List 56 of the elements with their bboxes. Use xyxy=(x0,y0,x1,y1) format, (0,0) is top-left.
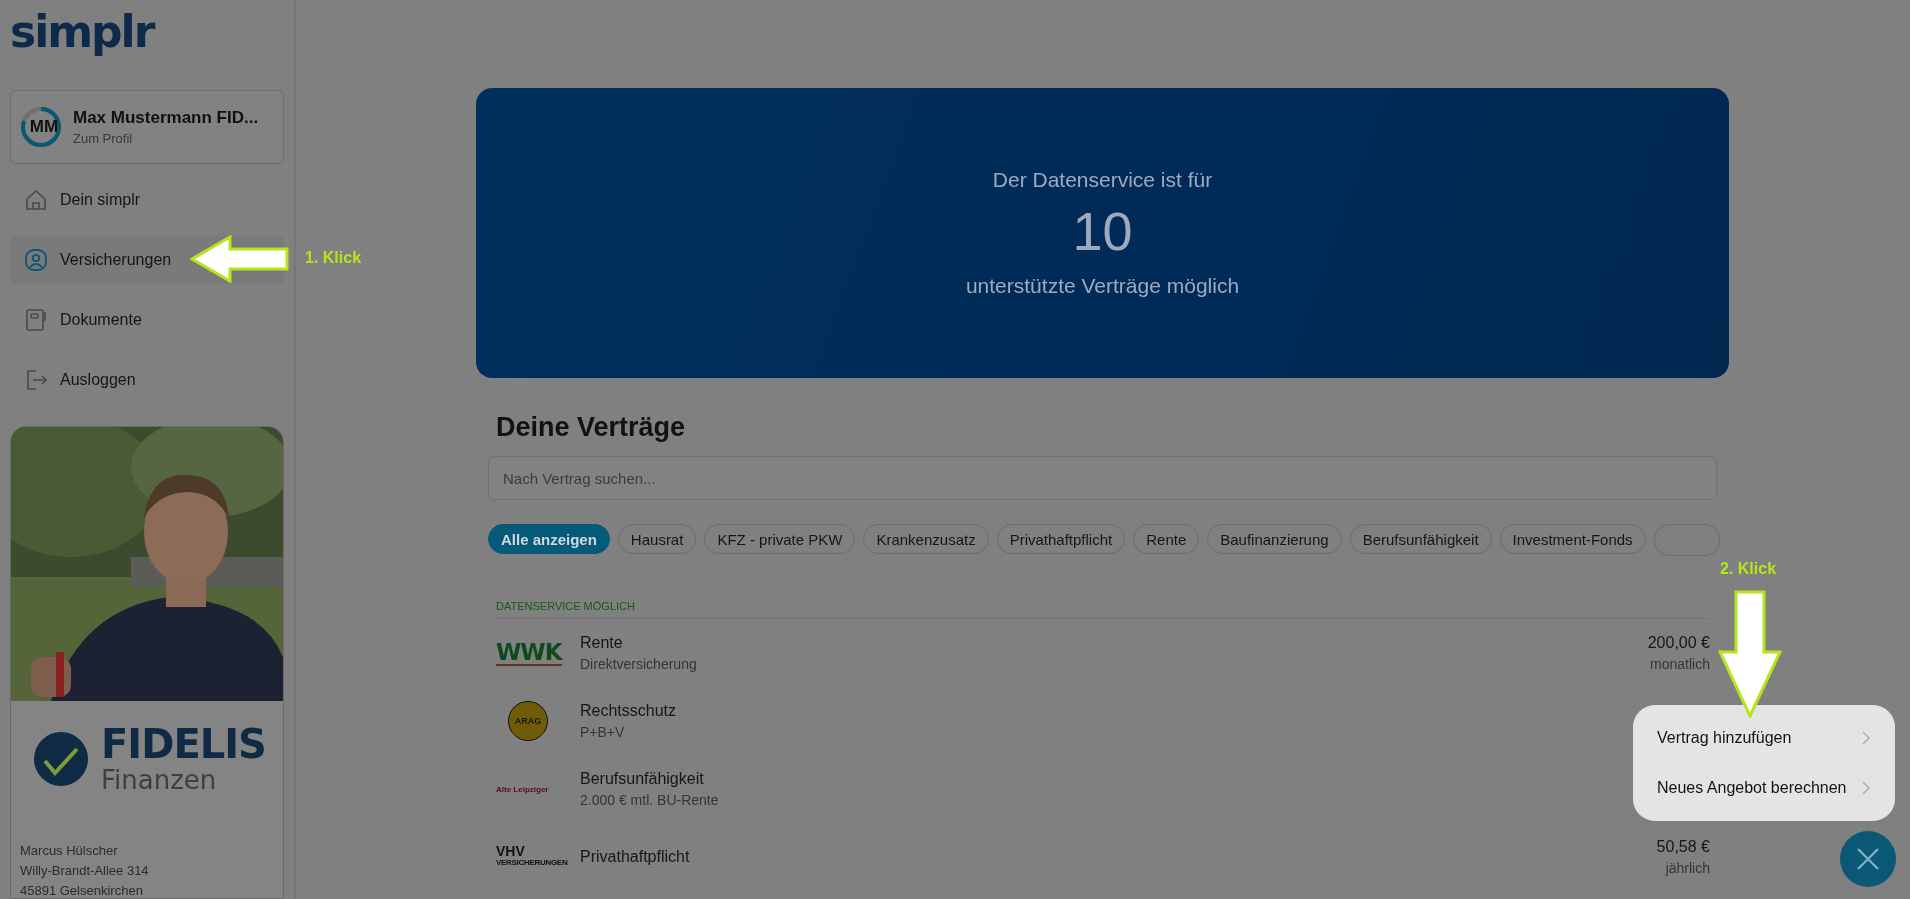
filter-chip[interactable]: KFZ - private PKW xyxy=(704,524,856,554)
payment-period: jährlich xyxy=(1665,860,1710,876)
filter-chip[interactable]: Berufsunfähigkeit xyxy=(1349,524,1492,554)
banner-count: 10 xyxy=(1072,200,1133,262)
filter-chip[interactable]: Hausrat xyxy=(617,524,697,554)
payment-period: monatlich xyxy=(1650,656,1710,672)
nav-item[interactable]: Ausloggen xyxy=(10,356,284,404)
address-line: Willy-Brandt-Allee 314 xyxy=(20,862,149,880)
brand-subtitle: Finanzen xyxy=(101,765,218,795)
filter-chip[interactable]: Privathaftpflicht xyxy=(996,524,1126,554)
filter-chip[interactable]: Investment-Fonds xyxy=(1499,524,1646,554)
person-icon xyxy=(24,248,48,272)
contract-title[interactable]: Rechtsschutz xyxy=(580,702,677,720)
contract-title[interactable]: Privathaftpflicht xyxy=(580,848,690,866)
search-field[interactable]: Nach Vertrag suchen... xyxy=(488,456,1717,500)
document-icon xyxy=(24,308,48,332)
check-circle-icon xyxy=(33,731,89,787)
banner-text: Der Datenservice ist für xyxy=(992,168,1213,192)
contract-subtitle: Direktversicherung xyxy=(580,656,697,672)
contract-subtitle: 2.000 € mtl. BU-Rente xyxy=(580,792,719,808)
section-heading: Deine Verträge xyxy=(496,411,686,444)
annotation-label: 2. Klick xyxy=(1720,560,1777,578)
section-label: DATENSERVICE MÖGLICH xyxy=(496,600,635,612)
close-button[interactable] xyxy=(1840,831,1896,887)
filter-chip[interactable]: Rente xyxy=(1133,524,1200,554)
nav-item[interactable]: Dokumente xyxy=(10,296,284,344)
filter-chip[interactable]: Alle anzeigen xyxy=(488,524,610,554)
close-icon xyxy=(1855,846,1881,872)
contract-amount: 50,58 € xyxy=(1656,838,1710,856)
logout-icon xyxy=(24,368,48,392)
menu-item[interactable]: Neues Angebot berechnen xyxy=(1633,763,1895,813)
chevron-right-icon xyxy=(1861,730,1871,746)
contract-title[interactable]: Rente xyxy=(580,634,623,652)
progress-ring xyxy=(21,107,61,147)
simplr-logo: simplr xyxy=(10,6,154,59)
filter-chip[interactable]: Baufinanzierung xyxy=(1207,524,1342,554)
contract-title[interactable]: Berufsunfähigkeit xyxy=(580,770,704,788)
address-line: Marcus Hülscher xyxy=(20,842,118,860)
chevron-right-icon xyxy=(1861,780,1871,796)
nav-item[interactable]: Dein simplr xyxy=(10,176,284,224)
banner-text: unterstützte Verträge möglich xyxy=(965,274,1240,298)
menu-item[interactable]: Vertrag hinzufügen xyxy=(1633,713,1895,763)
insurer-logo: WWK xyxy=(496,640,562,666)
annotation-label: 1. Klick xyxy=(305,249,362,267)
insurer-logo: Alte Leipziger xyxy=(496,784,549,794)
contract-amount: 200,00 € xyxy=(1647,634,1710,652)
insurer-logo: VHV VERSICHERUNGEN xyxy=(496,846,568,868)
profile-name: Max Mustermann FID... xyxy=(73,108,259,128)
contract-subtitle: P+B+V xyxy=(580,724,625,740)
filter-chip[interactable]: Krankenzusatz xyxy=(863,524,989,554)
avatar-initials: MM xyxy=(28,117,60,137)
profile-link[interactable]: Zum Profil xyxy=(73,131,133,146)
brand-name: FIDELIS xyxy=(101,723,266,765)
address-line: 45891 Gelsenkirchen xyxy=(20,882,143,898)
insurer-logo: ARAG xyxy=(508,701,548,741)
home-icon xyxy=(24,188,48,212)
